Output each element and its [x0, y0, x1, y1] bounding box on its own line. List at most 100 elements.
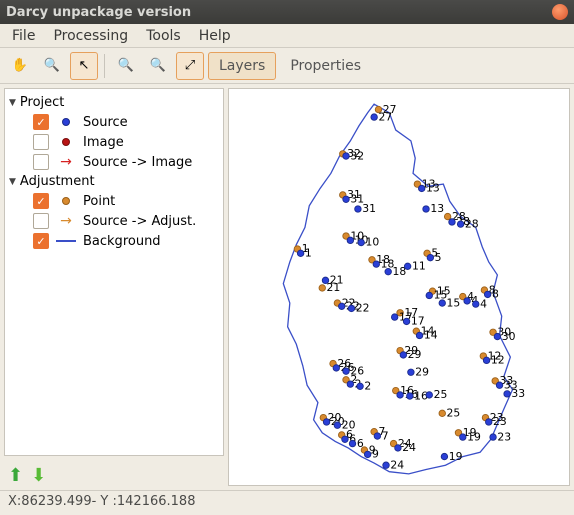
triangle-icon: ▼	[9, 98, 16, 108]
svg-text:32: 32	[350, 149, 364, 162]
zoom-button[interactable]: 🔍	[38, 52, 66, 80]
coord-sep: - Y :	[92, 494, 117, 509]
move-down-button[interactable]: ⬇	[31, 465, 46, 486]
svg-text:25: 25	[447, 407, 461, 420]
menu-help[interactable]: Help	[191, 26, 239, 46]
svg-text:31: 31	[362, 202, 376, 215]
source-symbol	[55, 118, 77, 126]
svg-text:8: 8	[492, 288, 499, 301]
tree-group-adjustment[interactable]: ▼ Adjustment	[5, 172, 223, 191]
background-outline	[283, 104, 512, 474]
layer-checkbox[interactable]	[33, 233, 49, 249]
arrow-symbol: →	[55, 213, 77, 229]
hand-icon: ✋	[12, 58, 28, 73]
arrow-symbol: →	[55, 154, 77, 170]
window-title: Darcy unpackage version	[6, 5, 191, 20]
move-up-button[interactable]: ⬆	[8, 465, 23, 486]
coord-y-value: 142166.188	[117, 494, 196, 509]
svg-text:20: 20	[342, 418, 356, 431]
svg-text:5: 5	[435, 251, 442, 264]
svg-text:19: 19	[449, 450, 463, 463]
svg-text:12: 12	[491, 354, 505, 367]
svg-text:4: 4	[480, 297, 487, 310]
close-button[interactable]	[552, 4, 568, 20]
cursor-icon: ↖	[79, 58, 90, 73]
layer-tree: ▼ Project Source Image → Source -> Image…	[4, 88, 224, 456]
layer-order-controls: ⬆ ⬇	[0, 460, 228, 490]
svg-text:29: 29	[408, 348, 422, 361]
map-canvas[interactable]: 2732133128101518218415221714302912262331…	[228, 88, 570, 486]
sidebar: ▼ Project Source Image → Source -> Image…	[0, 84, 228, 490]
image-symbol	[55, 138, 77, 146]
svg-text:26: 26	[350, 364, 364, 377]
menubar: File Processing Tools Help	[0, 24, 574, 48]
map-svg: 2732133128101518218415221714302912262331…	[229, 89, 569, 489]
svg-text:9: 9	[372, 448, 379, 461]
svg-text:11: 11	[412, 260, 426, 273]
group-label: Adjustment	[20, 174, 95, 189]
svg-text:10: 10	[365, 236, 379, 249]
zoom-out-icon: 🔍	[150, 58, 166, 73]
tab-layers[interactable]: Layers	[208, 52, 276, 80]
svg-text:14: 14	[424, 329, 438, 342]
menu-file[interactable]: File	[4, 26, 43, 46]
pointer-button[interactable]: ↖	[70, 52, 98, 80]
fit-button[interactable]: ⤢	[176, 52, 204, 80]
menu-tools[interactable]: Tools	[138, 26, 189, 46]
pan-button[interactable]: ✋	[6, 52, 34, 80]
menu-processing[interactable]: Processing	[45, 26, 136, 46]
tree-item-image[interactable]: Image	[5, 132, 223, 152]
line-symbol	[55, 240, 77, 242]
layer-checkbox[interactable]	[33, 193, 49, 209]
svg-text:2: 2	[364, 380, 371, 393]
svg-text:15: 15	[434, 289, 448, 302]
toolbar: ✋ 🔍 ↖ 🔍 🔍 ⤢ Layers Properties	[0, 48, 574, 84]
separator	[104, 54, 106, 78]
tree-item-source-image[interactable]: → Source -> Image	[5, 152, 223, 172]
statusbar: X: 86239.499 - Y : 142166.188	[0, 490, 574, 512]
svg-text:30: 30	[502, 330, 516, 343]
zoom-out-button[interactable]: 🔍	[144, 52, 172, 80]
tab-properties[interactable]: Properties	[280, 52, 371, 80]
coord-x-value: 86239.499	[21, 494, 91, 509]
svg-text:15: 15	[447, 296, 461, 309]
layer-label: Source -> Adjust.	[83, 214, 196, 229]
layer-label: Source	[83, 115, 128, 130]
tree-item-background[interactable]: Background	[5, 231, 223, 251]
group-label: Project	[20, 95, 64, 110]
svg-text:25: 25	[434, 388, 448, 401]
svg-text:6: 6	[357, 437, 364, 450]
tree-item-source-adjust[interactable]: → Source -> Adjust.	[5, 211, 223, 231]
svg-text:19: 19	[467, 430, 481, 443]
layer-label: Point	[83, 194, 115, 209]
svg-text:21: 21	[330, 274, 344, 287]
svg-text:1: 1	[305, 247, 312, 260]
layer-checkbox[interactable]	[33, 114, 49, 130]
svg-text:7: 7	[382, 429, 389, 442]
svg-text:24: 24	[390, 458, 404, 471]
triangle-icon: ▼	[9, 177, 16, 187]
layer-checkbox[interactable]	[33, 154, 49, 170]
svg-text:27: 27	[378, 110, 392, 123]
expand-icon: ⤢	[185, 58, 195, 73]
svg-text:13: 13	[430, 202, 444, 215]
magnifier-icon: 🔍	[44, 58, 60, 73]
svg-text:33: 33	[511, 387, 525, 400]
layer-checkbox[interactable]	[33, 213, 49, 229]
svg-text:23: 23	[497, 430, 511, 443]
svg-text:22: 22	[356, 302, 370, 315]
coord-x-label: X:	[8, 494, 21, 509]
tree-item-point[interactable]: Point	[5, 191, 223, 211]
zoom-in-icon: 🔍	[118, 58, 134, 73]
svg-text:29: 29	[415, 365, 429, 378]
svg-text:13: 13	[426, 182, 440, 195]
layer-label: Background	[83, 234, 161, 249]
layer-label: Source -> Image	[83, 155, 192, 170]
point-symbol	[55, 197, 77, 205]
svg-text:24: 24	[402, 441, 416, 454]
tree-group-project[interactable]: ▼ Project	[5, 93, 223, 112]
zoom-in-button[interactable]: 🔍	[112, 52, 140, 80]
tree-item-source[interactable]: Source	[5, 112, 223, 132]
layer-label: Image	[83, 135, 124, 150]
layer-checkbox[interactable]	[33, 134, 49, 150]
